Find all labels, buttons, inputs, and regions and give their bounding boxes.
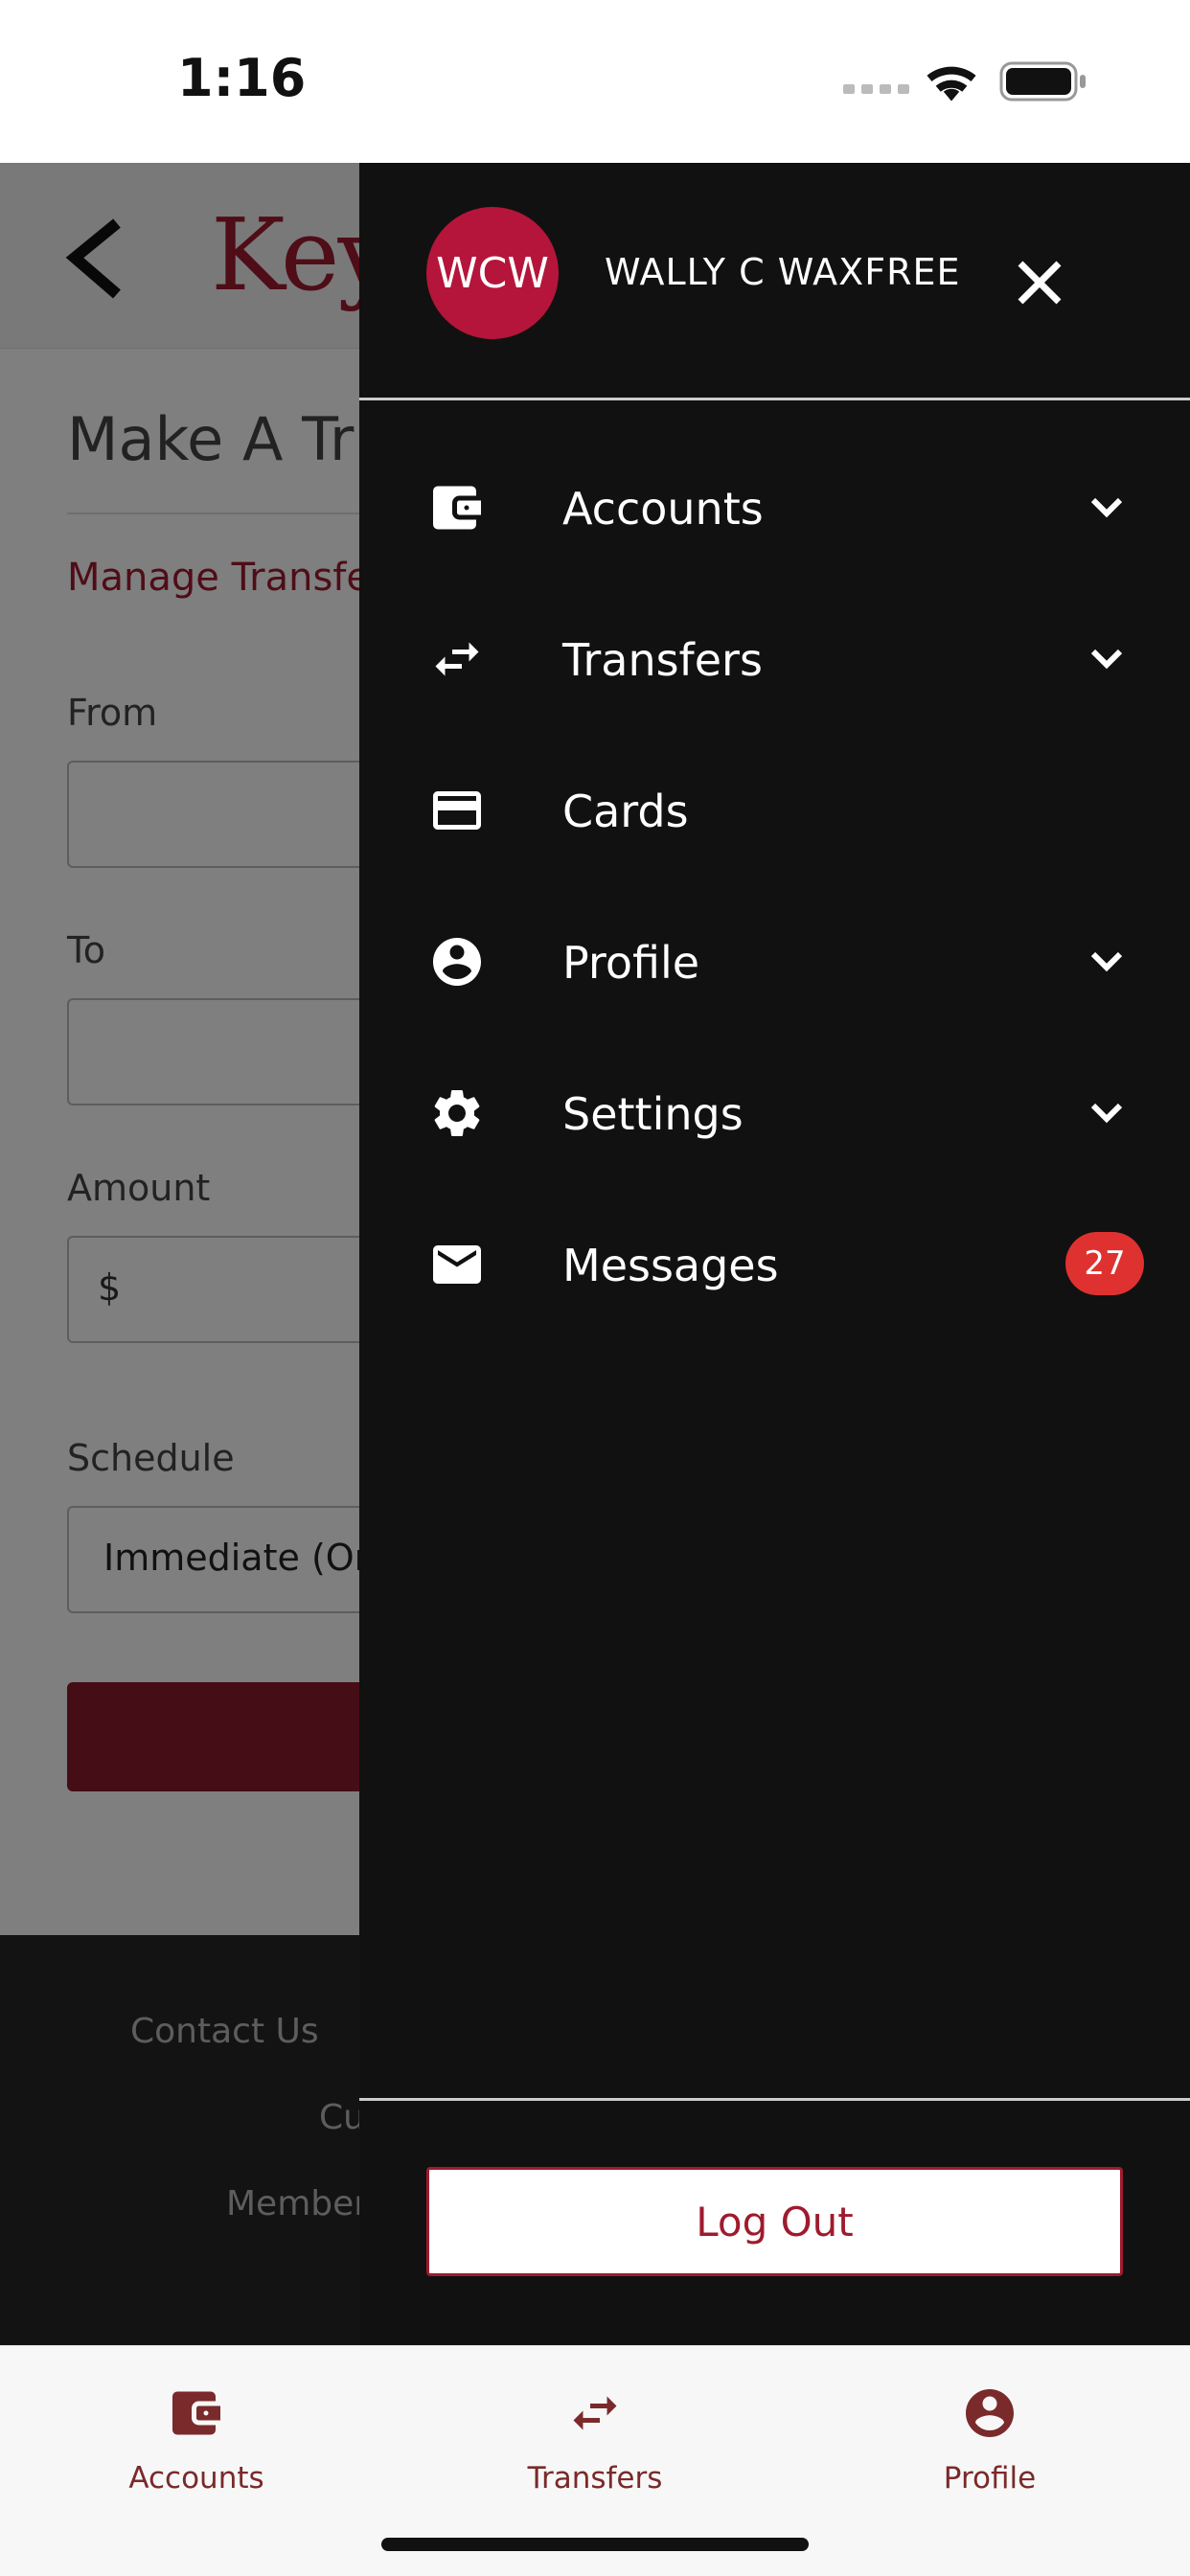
menu-item-settings[interactable]: Settings [359, 1046, 1190, 1180]
avatar: WCW [426, 207, 559, 339]
tab-label-transfers: Transfers [527, 2461, 663, 2496]
menu-label-transfers: Transfers [562, 634, 763, 686]
menu-label-settings: Settings [562, 1088, 744, 1140]
cellular-signal-icon [843, 84, 909, 94]
envelope-icon [433, 1245, 481, 1284]
transfer-arrows-icon [573, 2396, 617, 2430]
menu-item-profile[interactable]: Profile [359, 895, 1190, 1029]
wallet-icon [172, 2391, 220, 2435]
credit-card-icon [433, 791, 481, 830]
wifi-icon [927, 66, 976, 102]
chevron-down-icon[interactable] [1087, 1094, 1126, 1132]
close-icon[interactable] [1011, 254, 1068, 311]
account-circle-icon [966, 2389, 1014, 2437]
logout-button[interactable]: Log Out [426, 2167, 1123, 2276]
user-name: WALLY C WAXFREE [605, 251, 961, 293]
tab-label-profile: Profile [943, 2461, 1037, 2496]
tab-accounts[interactable]: Accounts [53, 2365, 340, 2509]
unread-count-badge: 27 [1065, 1232, 1144, 1295]
menu-item-transfers[interactable]: Transfers [359, 592, 1190, 726]
menu-item-accounts[interactable]: Accounts [359, 441, 1190, 575]
chevron-down-icon[interactable] [1087, 943, 1126, 981]
transfer-arrows-icon [435, 642, 479, 676]
menu-label-messages: Messages [562, 1240, 779, 1291]
tab-label-accounts: Accounts [128, 2461, 264, 2496]
menu-item-cards[interactable]: Cards [359, 743, 1190, 878]
home-indicator[interactable] [381, 2538, 809, 2551]
account-circle-icon [433, 938, 481, 986]
battery-icon [999, 61, 1086, 102]
menu-label-profile: Profile [562, 937, 700, 989]
status-time: 1:16 [177, 48, 307, 108]
gear-icon [434, 1090, 480, 1136]
chevron-down-icon[interactable] [1087, 489, 1126, 527]
nav-drawer: WCW WALLY C WAXFREE Accounts Transfers C… [359, 163, 1190, 2345]
status-bar: 1:16 [0, 0, 1190, 163]
menu-label-accounts: Accounts [562, 483, 764, 535]
wallet-icon [433, 486, 481, 530]
menu-item-messages[interactable]: Messages 27 [359, 1197, 1190, 1332]
menu-label-cards: Cards [562, 786, 689, 837]
tab-transfers[interactable]: Transfers [451, 2365, 739, 2509]
tab-profile[interactable]: Profile [846, 2365, 1133, 2509]
drawer-divider [359, 398, 1190, 400]
chevron-down-icon[interactable] [1087, 640, 1126, 678]
drawer-divider [359, 2098, 1190, 2101]
